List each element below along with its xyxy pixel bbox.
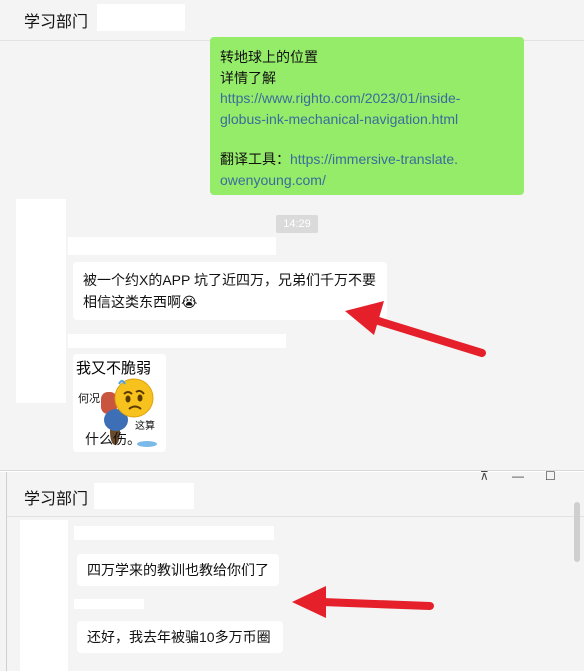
- minimize-icon[interactable]: —: [512, 469, 524, 483]
- link-righto[interactable]: https://www.righto.com/2023/01/inside-: [220, 88, 514, 109]
- message-list[interactable]: 转地球上的位置 详情了解 https://www.righto.com/2023…: [0, 37, 584, 470]
- message-text: 四万学来的教训也教给你们了: [87, 562, 269, 578]
- window-border: [6, 472, 7, 671]
- sender-name-redaction: [68, 334, 286, 348]
- link-immersive-translate[interactable]: https://immersive-translate.: [290, 151, 458, 167]
- outgoing-message-bubble[interactable]: 转地球上的位置 详情了解 https://www.righto.com/2023…: [210, 37, 524, 195]
- message-line: 转地球上的位置: [220, 49, 318, 65]
- avatar-redaction: [16, 199, 66, 403]
- sender-name-redaction: [68, 237, 276, 255]
- message-line: 详情了解: [220, 69, 276, 86]
- tool-label: 翻译工具：: [220, 151, 290, 167]
- sticker-text: 什么伤。: [85, 431, 141, 447]
- sender-name-redaction: [74, 599, 144, 609]
- sticker-message[interactable]: 我又不脆弱 何况 这算 什么伤。: [73, 354, 166, 452]
- chat-header: 学习部门: [0, 0, 584, 40]
- redaction-box: [94, 483, 194, 509]
- incoming-message-bubble[interactable]: 四万学来的教训也教给你们了: [77, 554, 279, 586]
- message-text: 相信这类东西啊: [83, 294, 181, 310]
- message-text: 还好，我去年被骗10多万币圈: [87, 629, 271, 645]
- scrollbar[interactable]: [574, 502, 580, 562]
- incoming-message-bubble[interactable]: 还好，我去年被骗10多万币圈: [77, 621, 283, 653]
- header-divider: [7, 516, 584, 517]
- chat-title: 学习部门: [24, 491, 89, 508]
- window-titlebar: ⊼ — ☐: [0, 469, 584, 486]
- message-line: 翻译工具：https://immersive-translate.: [220, 149, 514, 170]
- pin-icon[interactable]: ⊼: [480, 469, 489, 483]
- maximize-icon[interactable]: ☐: [545, 469, 556, 483]
- chat-window-bottom: ⊼ — ☐ 学习部门 四万学来的教训也教给你们了 还好，我去年被骗10多万币圈: [0, 469, 584, 671]
- redaction-box: [97, 4, 185, 31]
- chat-title: 学习部门: [24, 14, 89, 31]
- link-immersive-translate-cont[interactable]: owenyoung.com/: [220, 170, 514, 191]
- incoming-message-bubble[interactable]: 被一个约X的APP 坑了近四万，兄弟们千万不要 相信这类东西啊😭: [73, 262, 387, 320]
- link-righto-cont[interactable]: globus-ink-mechanical-navigation.html: [220, 109, 514, 130]
- message-text-line: 被一个约X的APP 坑了近四万，兄弟们千万不要: [83, 272, 376, 288]
- sender-name-redaction: [74, 526, 274, 540]
- chat-window-top: 学习部门 转地球上的位置 详情了解 https://www.righto.com…: [0, 0, 584, 471]
- crying-emoji-icon: 😭: [181, 294, 198, 310]
- message-text-line: 相信这类东西啊😭: [83, 291, 377, 313]
- avatar-redaction: [20, 520, 68, 671]
- message-timestamp: 14:29: [276, 215, 318, 233]
